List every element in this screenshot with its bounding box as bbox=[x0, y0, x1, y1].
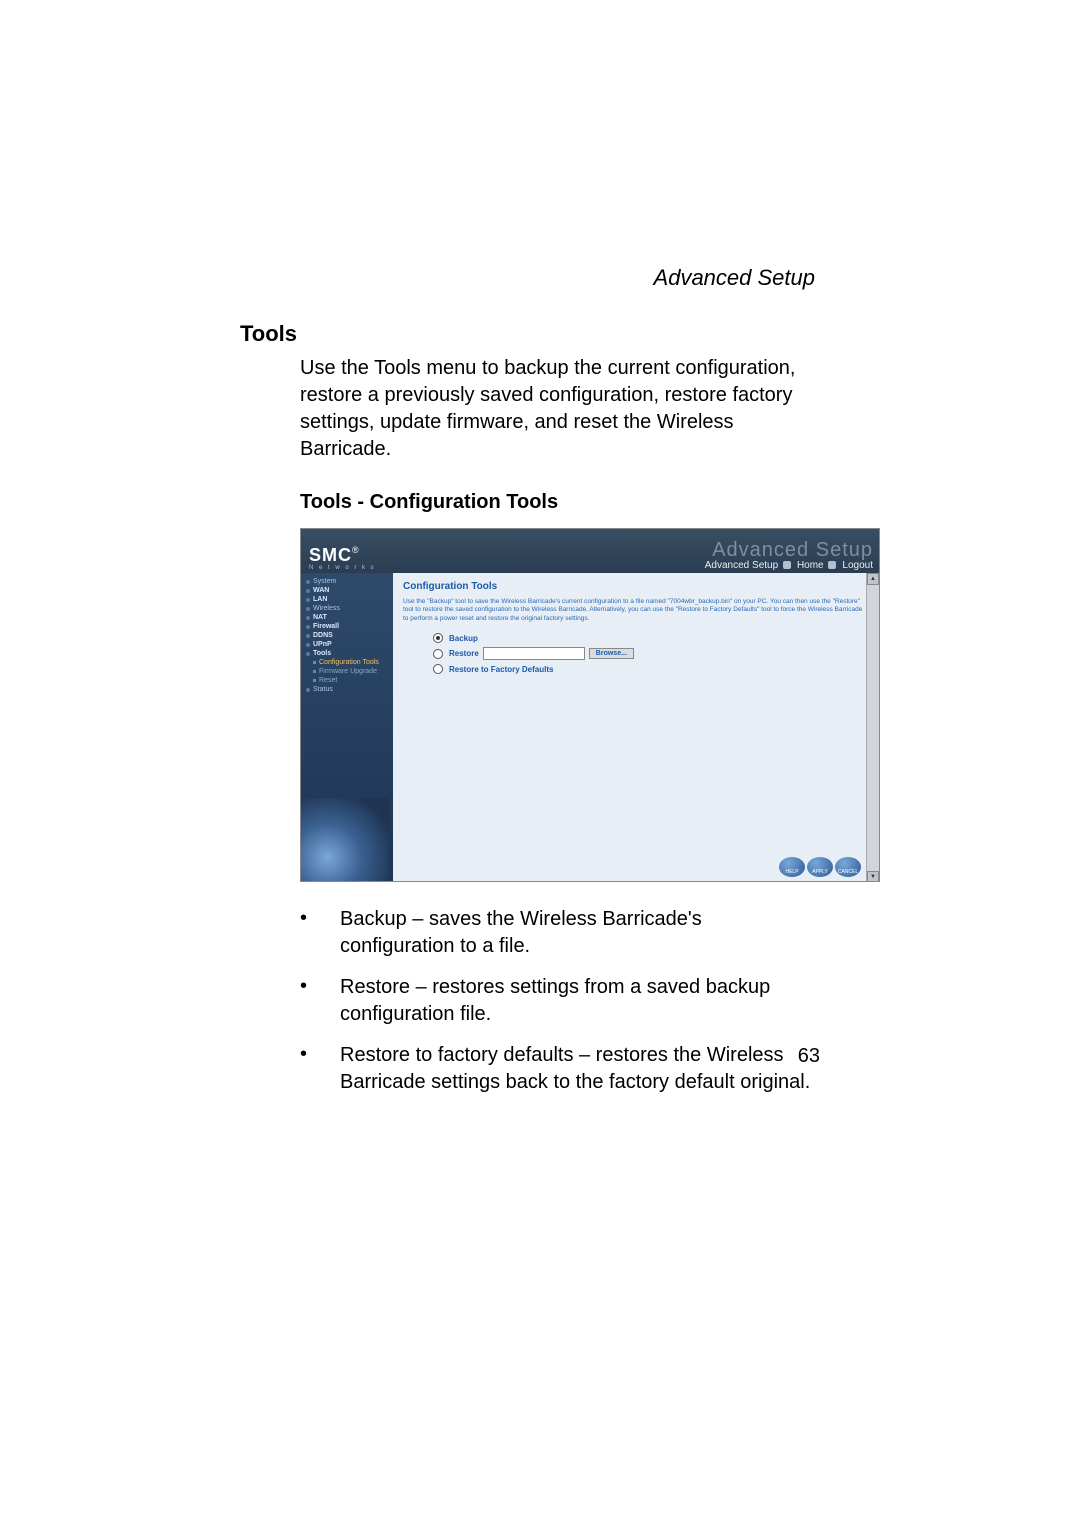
browse-button[interactable]: Browse... bbox=[589, 648, 634, 659]
ui-topbar: SMC® N e t w o r k s Advanced Setup Adva… bbox=[301, 529, 879, 573]
bullet-icon: • bbox=[300, 974, 340, 1028]
label-factory: Restore to Factory Defaults bbox=[449, 665, 553, 674]
ui-body: System WAN LAN Wireless NAT Firewall DDN… bbox=[301, 573, 879, 882]
sidebar-item-tools[interactable]: Tools bbox=[305, 649, 393, 658]
scroll-down-icon[interactable]: ▼ bbox=[867, 871, 879, 882]
action-buttons: HELP APPLY CANCEL bbox=[779, 857, 861, 877]
home-icon bbox=[783, 561, 791, 569]
option-backup[interactable]: Backup bbox=[433, 633, 869, 643]
page-number: 63 bbox=[798, 1045, 820, 1068]
header-section-label: Advanced Setup bbox=[705, 560, 778, 571]
cancel-button[interactable]: CANCEL bbox=[835, 857, 861, 877]
ui-sidebar: System WAN LAN Wireless NAT Firewall DDN… bbox=[301, 573, 393, 882]
restore-file-input[interactable] bbox=[483, 647, 585, 660]
logout-icon bbox=[828, 561, 836, 569]
label-backup: Backup bbox=[449, 634, 478, 643]
sidebar-item-status[interactable]: Status bbox=[305, 685, 393, 694]
sidebar-item-system[interactable]: System bbox=[305, 577, 393, 586]
bullet-list: • Backup – saves the Wireless Barricade'… bbox=[300, 906, 820, 1096]
sidebar-item-wireless[interactable]: Wireless bbox=[305, 604, 393, 613]
sidebar-item-firewall[interactable]: Firewall bbox=[305, 622, 393, 631]
brand-logo: SMC® N e t w o r k s bbox=[309, 546, 376, 571]
bullet-text: Backup – saves the Wireless Barricade's … bbox=[340, 906, 820, 960]
panel-title: Configuration Tools bbox=[403, 581, 869, 592]
scroll-up-icon[interactable]: ▲ bbox=[867, 573, 879, 585]
header-right: Advanced Setup Advanced Setup Home Logou… bbox=[705, 540, 873, 571]
option-factory-defaults[interactable]: Restore to Factory Defaults bbox=[433, 664, 869, 674]
embedded-screenshot: SMC® N e t w o r k s Advanced Setup Adva… bbox=[300, 528, 880, 882]
manual-page: Advanced Setup Tools Use the Tools menu … bbox=[0, 0, 1080, 1528]
logo-reg: ® bbox=[352, 545, 359, 555]
logo-subtext: N e t w o r k s bbox=[309, 565, 376, 571]
running-head: Advanced Setup bbox=[240, 265, 820, 291]
option-restore[interactable]: Restore Browse... bbox=[433, 647, 869, 660]
header-line: Advanced Setup Home Logout bbox=[705, 560, 873, 571]
sidebar-item-lan[interactable]: LAN bbox=[305, 595, 393, 604]
label-restore: Restore bbox=[449, 649, 479, 658]
home-link[interactable]: Home bbox=[797, 560, 824, 571]
bullet-factory: • Restore to factory defaults – restores… bbox=[300, 1042, 820, 1096]
logo-text: SMC bbox=[309, 545, 352, 565]
logout-link[interactable]: Logout bbox=[842, 560, 873, 571]
scrollbar[interactable]: ▲ ▼ bbox=[866, 573, 879, 882]
intro-paragraph: Use the Tools menu to backup the current… bbox=[300, 355, 820, 463]
help-button[interactable]: HELP bbox=[779, 857, 805, 877]
ui-main-panel: Configuration Tools Use the "Backup" too… bbox=[393, 573, 879, 882]
bullet-icon: • bbox=[300, 906, 340, 960]
sidebar-sub-configuration-tools[interactable]: Configuration Tools bbox=[305, 658, 393, 667]
radio-restore[interactable] bbox=[433, 649, 443, 659]
bullet-text: Restore to factory defaults – restores t… bbox=[340, 1042, 820, 1096]
sidebar-item-wan[interactable]: WAN bbox=[305, 586, 393, 595]
bullet-backup: • Backup – saves the Wireless Barricade'… bbox=[300, 906, 820, 960]
section-title-tools: Tools bbox=[240, 321, 820, 347]
header-ghost-title: Advanced Setup bbox=[705, 540, 873, 560]
radio-backup[interactable] bbox=[433, 633, 443, 643]
apply-button[interactable]: APPLY bbox=[807, 857, 833, 877]
radio-factory[interactable] bbox=[433, 664, 443, 674]
sidebar-sub-firmware-upgrade[interactable]: Firmware Upgrade bbox=[305, 667, 393, 676]
sidebar-item-ddns[interactable]: DDNS bbox=[305, 631, 393, 640]
sidebar-item-upnp[interactable]: UPnP bbox=[305, 640, 393, 649]
bullet-text: Restore – restores settings from a saved… bbox=[340, 974, 820, 1028]
sidebar-item-nat[interactable]: NAT bbox=[305, 613, 393, 622]
sidebar-sub-reset[interactable]: Reset bbox=[305, 676, 393, 685]
bullet-restore: • Restore – restores settings from a sav… bbox=[300, 974, 820, 1028]
subsection-title: Tools - Configuration Tools bbox=[300, 491, 820, 514]
bullet-icon: • bbox=[300, 1042, 340, 1096]
panel-description: Use the "Backup" tool to save the Wirele… bbox=[403, 598, 869, 623]
sidebar-art bbox=[301, 798, 389, 882]
router-ui: SMC® N e t w o r k s Advanced Setup Adva… bbox=[300, 528, 880, 882]
